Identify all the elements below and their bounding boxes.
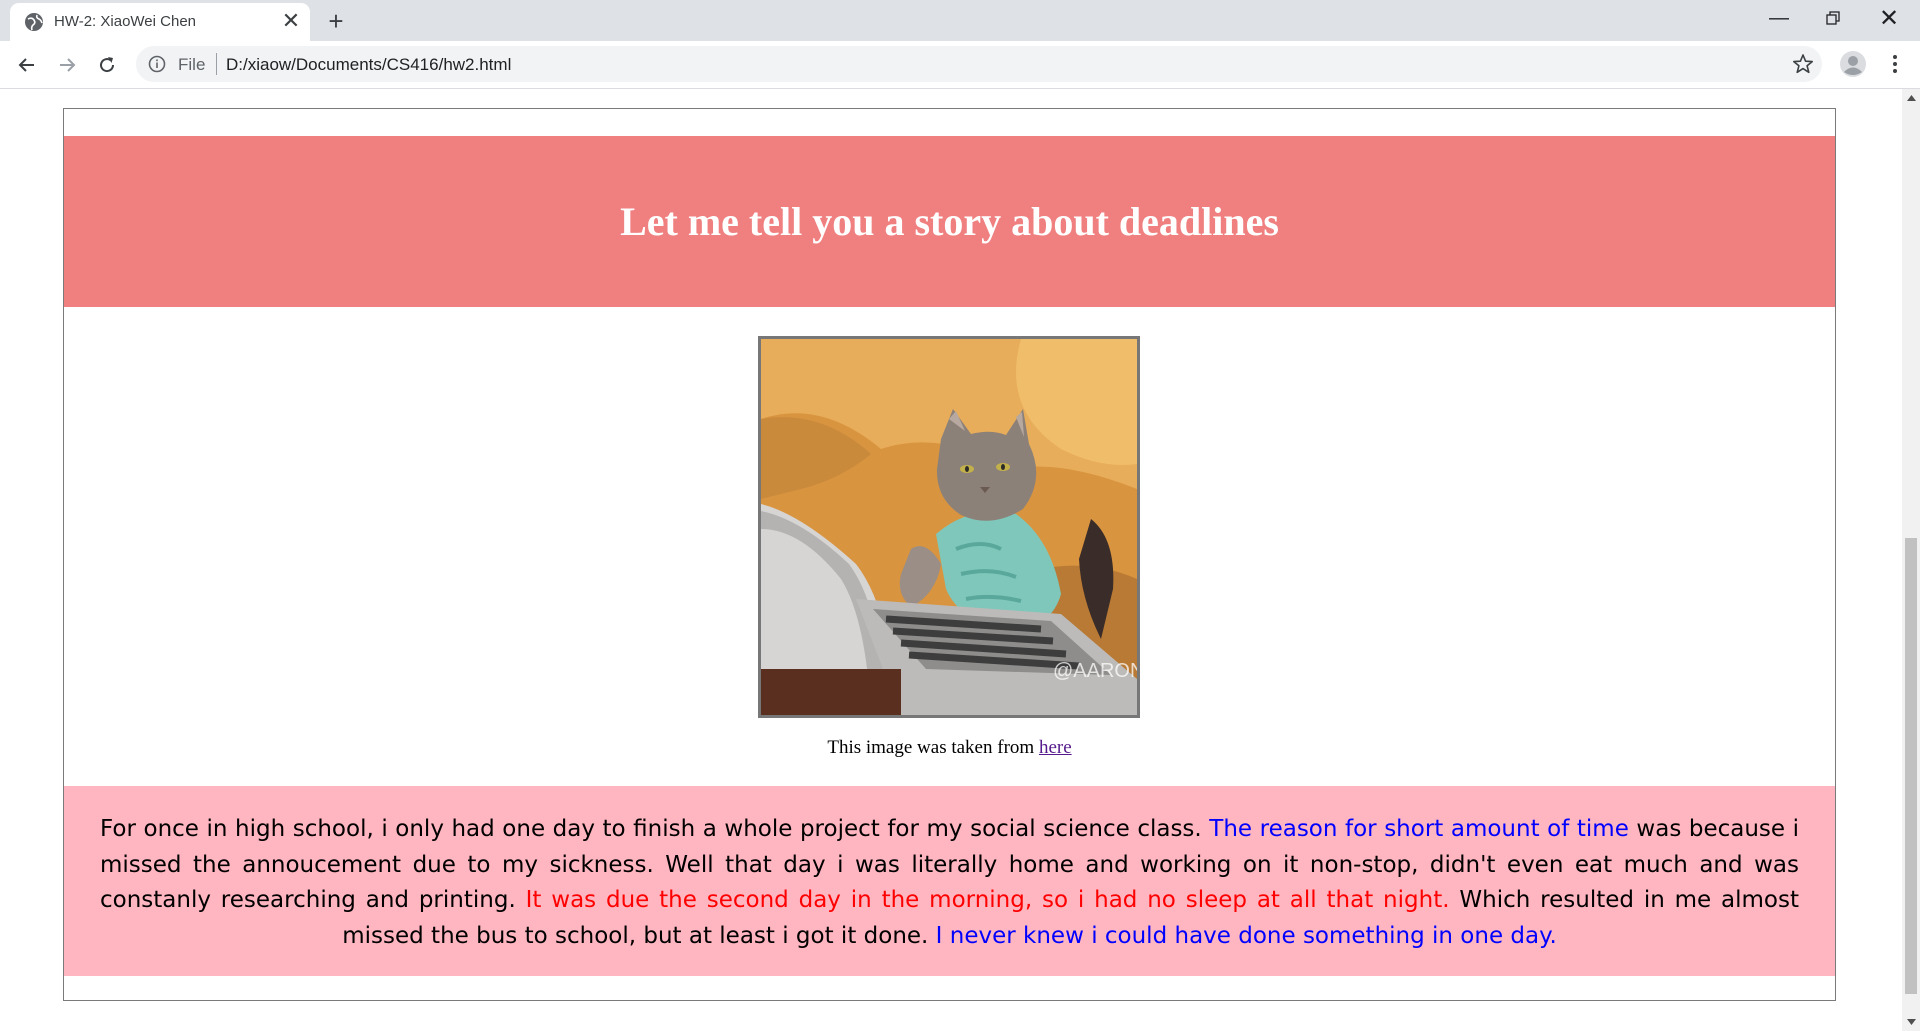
forward-button[interactable] xyxy=(50,48,84,82)
forward-arrow-icon xyxy=(60,58,76,72)
story-section: For once in high school, i only had one … xyxy=(64,786,1835,976)
tab-title: HW-2: XiaoWei Chen xyxy=(54,13,197,30)
browser-tab[interactable]: HW-2: XiaoWei Chen ✕ xyxy=(10,3,310,41)
story-highlight-blue-1: The reason for short amount of time xyxy=(1209,816,1629,842)
more-vert-icon[interactable] xyxy=(1880,49,1910,79)
scroll-up-button[interactable] xyxy=(1902,89,1920,107)
restore-icon xyxy=(1826,11,1840,25)
scroll-down-arrow-icon xyxy=(1906,1019,1916,1025)
reload-button[interactable] xyxy=(90,48,124,82)
cat-typing-image: @AARON xyxy=(758,336,1140,718)
story-paragraph: For once in high school, i only had one … xyxy=(100,812,1799,954)
page-title: Let me tell you a story about deadlines xyxy=(620,199,1279,244)
minimize-button[interactable]: — xyxy=(1756,0,1802,36)
story-highlight-blue-2: I never knew i could have done something… xyxy=(935,922,1557,949)
title-banner: Let me tell you a story about deadlines xyxy=(64,136,1835,307)
story-text-1: For once in high school, i only had one … xyxy=(100,816,1210,842)
back-arrow-icon xyxy=(18,58,34,72)
restore-button[interactable] xyxy=(1810,0,1856,36)
scroll-down-button[interactable] xyxy=(1902,1013,1920,1031)
caption-text: This image was taken from xyxy=(827,737,1039,758)
kebab-menu-icon xyxy=(1893,55,1897,73)
vertical-scrollbar[interactable] xyxy=(1902,89,1920,1031)
image-caption: This image was taken from here xyxy=(64,737,1835,759)
globe-icon xyxy=(25,13,43,31)
new-tab-button[interactable]: + xyxy=(322,6,350,36)
reload-icon xyxy=(100,57,115,73)
star-icon[interactable] xyxy=(1792,53,1814,75)
story-highlight-red: It was due the second day in the morning… xyxy=(525,887,1450,913)
page-container: Let me tell you a story about deadlines xyxy=(63,108,1836,1001)
address-separator xyxy=(216,53,217,75)
source-link[interactable]: here xyxy=(1039,737,1072,758)
image-watermark: @AARON xyxy=(1053,660,1137,682)
scroll-up-arrow-icon xyxy=(1906,95,1916,101)
scheme-label: File xyxy=(178,55,206,74)
cat-laptop-illustration: @AARON xyxy=(761,339,1137,715)
url-text[interactable]: D:/xiaow/Documents/CS416/hw2.html xyxy=(226,55,511,75)
tab-close-icon[interactable]: ✕ xyxy=(280,8,302,33)
scrollbar-thumb[interactable] xyxy=(1905,538,1917,994)
window-close-button[interactable]: ✕ xyxy=(1866,0,1912,36)
browser-toolbar: File D:/xiaow/Documents/CS416/hw2.html xyxy=(0,41,1920,89)
info-icon[interactable] xyxy=(148,55,166,73)
page-viewport: Let me tell you a story about deadlines xyxy=(0,89,1902,1031)
address-bar[interactable]: File D:/xiaow/Documents/CS416/hw2.html xyxy=(136,46,1822,82)
profile-avatar-icon[interactable] xyxy=(1838,49,1868,79)
tab-strip: HW-2: XiaoWei Chen ✕ + — ✕ xyxy=(0,0,1920,41)
back-button[interactable] xyxy=(10,48,44,82)
